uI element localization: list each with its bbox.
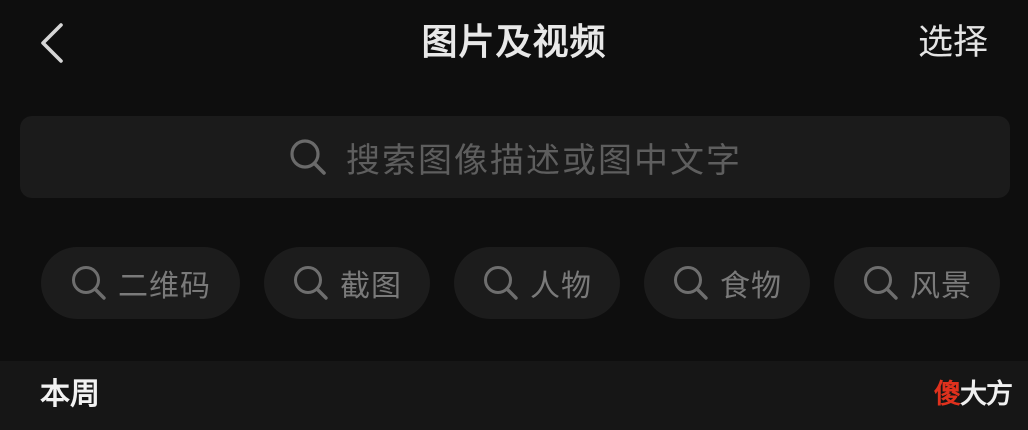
suggestion-chips: 二维码 截图 人物 食物 风景 — [0, 247, 1028, 319]
page-title: 图片及视频 — [421, 22, 607, 63]
chip-screenshot[interactable]: 截图 — [264, 247, 430, 319]
watermark: 傻大方 — [934, 375, 1013, 415]
chip-food[interactable]: 食物 — [644, 247, 810, 319]
section-header: 本周 傻大方 — [0, 361, 1028, 430]
search-icon — [288, 137, 328, 177]
chip-scenery[interactable]: 风景 — [834, 247, 1000, 319]
search-icon — [292, 264, 330, 302]
top-navigation-bar: 图片及视频 选择 — [0, 0, 1028, 86]
chip-label: 风景 — [910, 269, 972, 304]
chip-label: 截图 — [340, 269, 402, 304]
chip-people[interactable]: 人物 — [454, 247, 620, 319]
watermark-first-char: 傻 — [934, 379, 961, 410]
search-icon — [482, 264, 520, 302]
chip-label: 人物 — [530, 269, 592, 304]
search-icon — [862, 264, 900, 302]
search-placeholder: 搜索图像描述或图中文字 — [346, 140, 742, 181]
chip-label: 二维码 — [118, 269, 211, 304]
search-icon — [672, 264, 710, 302]
watermark-rest: 大方 — [960, 379, 1013, 410]
search-input[interactable]: 搜索图像描述或图中文字 — [20, 116, 1010, 198]
search-icon — [70, 264, 108, 302]
chip-label: 食物 — [720, 269, 782, 304]
chip-qrcode[interactable]: 二维码 — [41, 247, 240, 319]
section-title: 本周 — [40, 377, 100, 412]
select-button[interactable]: 选择 — [918, 20, 988, 66]
